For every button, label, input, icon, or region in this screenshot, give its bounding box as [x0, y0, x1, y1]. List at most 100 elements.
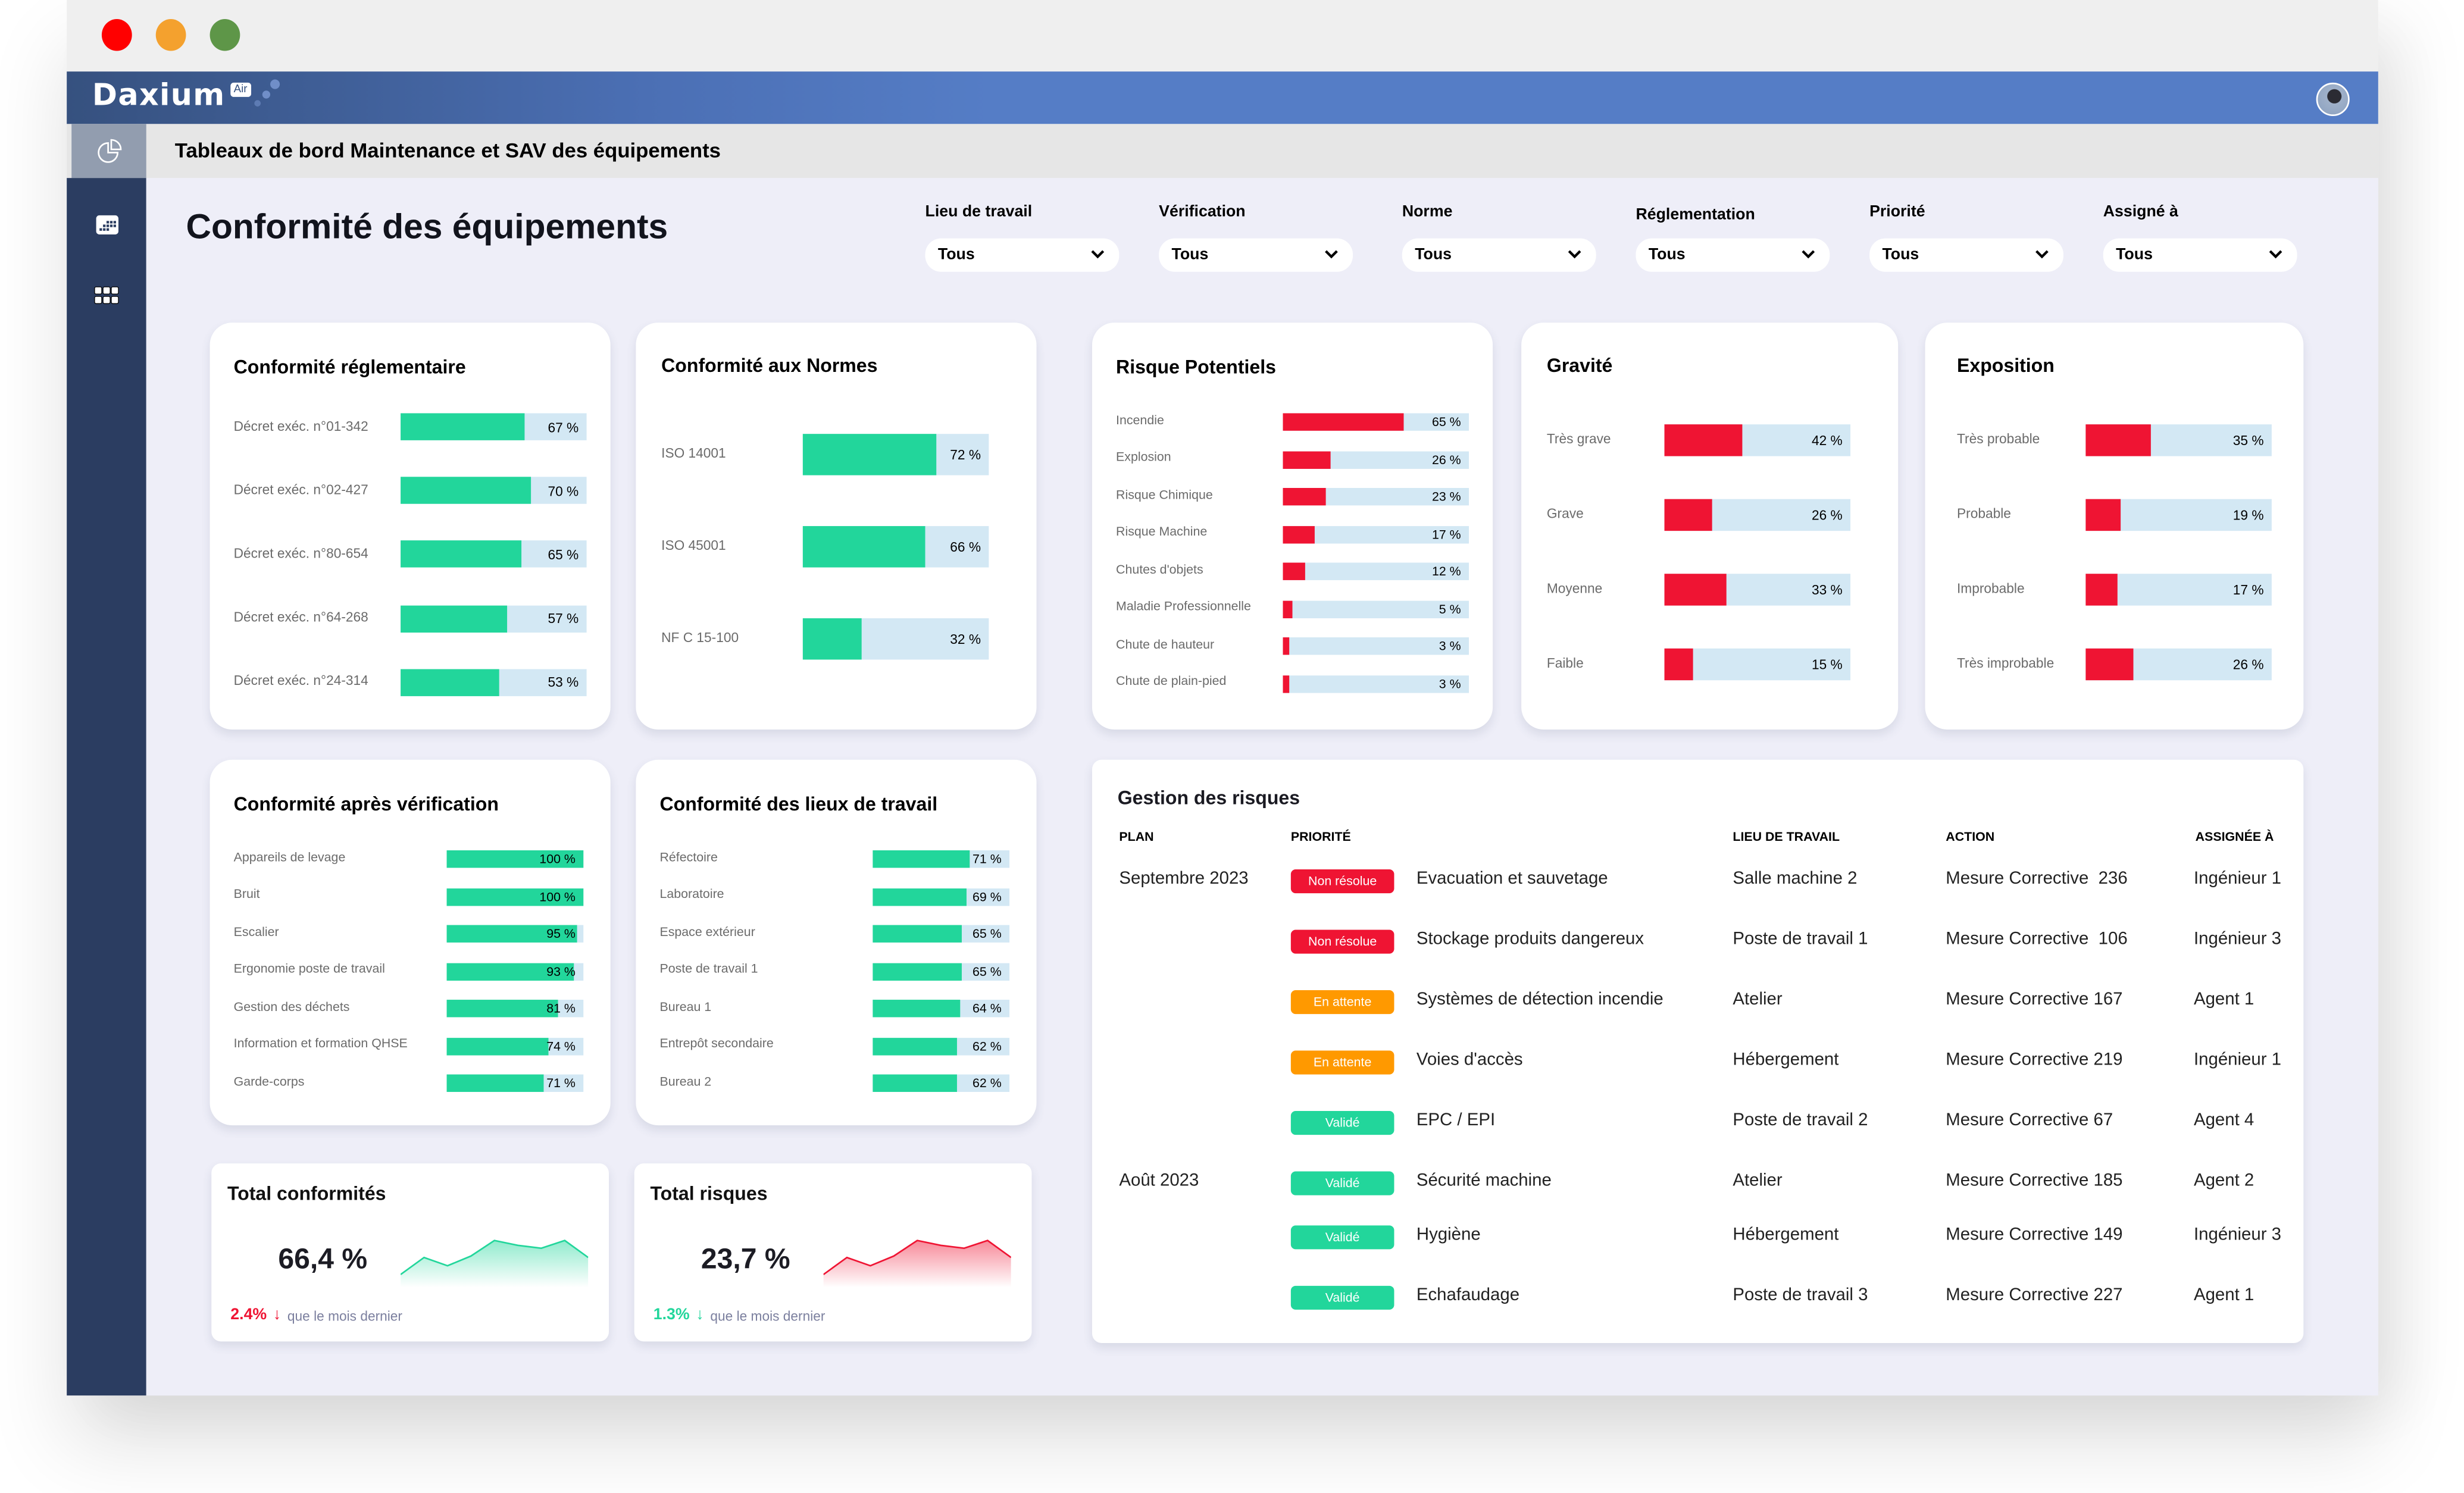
calendar-icon — [95, 214, 118, 234]
bar — [873, 925, 962, 943]
bar — [401, 668, 499, 696]
filter-dropdown[interactable]: Tous — [1402, 238, 1596, 272]
window-minimize-button[interactable] — [155, 19, 186, 51]
filter-label: Réglementation — [1636, 206, 1755, 224]
bar-track: 65 % — [1283, 413, 1469, 431]
bar-label: Grave — [1546, 505, 1584, 522]
bar — [1283, 674, 1289, 693]
bar-label: Espace extérieur — [659, 924, 755, 939]
total-conformites-sparkline — [401, 1240, 589, 1288]
action-cell[interactable]: Mesure Corrective 185 — [1946, 1172, 2122, 1191]
sidebar-item-calendar[interactable] — [94, 213, 120, 235]
filter-value: Tous — [2116, 246, 2153, 264]
bar — [401, 477, 531, 505]
bar — [802, 526, 926, 568]
bar — [446, 1000, 558, 1018]
chart-title: Conformité après vérification — [233, 793, 499, 816]
action-cell[interactable]: Mesure Corrective 236 — [1946, 869, 2127, 888]
filter-dropdown[interactable]: Tous — [2103, 238, 2297, 272]
bar — [802, 618, 862, 660]
card-conformite-reglementaire: Conformité réglementaire Décret exéc. n°0… — [209, 323, 611, 730]
bar — [2085, 574, 2118, 606]
assigned-cell: Agent 1 — [2193, 1285, 2255, 1305]
risk-item-cell: Sécurité machine — [1416, 1171, 1552, 1191]
column-header-action[interactable]: ACTION — [1946, 830, 1994, 844]
filter-4: Priorité Tous — [1869, 204, 2063, 272]
filter-dropdown[interactable]: Tous — [925, 238, 1120, 272]
bar-track: 5 % — [1283, 600, 1469, 618]
bar-label: Risque Chimique — [1116, 487, 1213, 502]
column-header-plan[interactable]: PLAN — [1119, 830, 1153, 844]
risk-item-cell: Systèmes de détection incendie — [1416, 990, 1663, 1010]
bar-label: Escalier — [233, 924, 279, 939]
sidebar-item-apps[interactable] — [94, 284, 120, 306]
column-header-assigned[interactable]: ASSIGNÉE À — [2196, 830, 2274, 844]
sparkline-area — [401, 1240, 589, 1288]
pie-chart-icon — [96, 139, 121, 163]
column-header-location[interactable]: LIEU DE TRAVAIL — [1733, 830, 1840, 844]
bar-label: Chutes d'objets — [1116, 562, 1203, 577]
action-cell[interactable]: Mesure Corrective 67 — [1946, 1111, 2113, 1130]
logo-dot-decoration — [262, 90, 271, 99]
bar-value-label: 62 % — [973, 1038, 1002, 1053]
bar-label: Probable — [1957, 505, 2011, 522]
bar-value-label: 72 % — [950, 446, 981, 463]
screenshot-stage: Daxium Air Tableaux de bord Maintenance … — [0, 0, 2464, 1493]
bar — [401, 605, 507, 632]
action-cell[interactable]: Mesure Corrective 149 — [1946, 1225, 2122, 1244]
bar-track: 35 % — [2085, 424, 2272, 456]
breadcrumb-title: Tableaux de bord Maintenance et SAV des … — [174, 138, 721, 162]
action-cell[interactable]: Mesure Corrective 167 — [1946, 990, 2122, 1009]
assigned-cell: Ingénieur 1 — [2193, 1050, 2282, 1070]
risk-item-cell: Stockage produits dangereux — [1416, 929, 1644, 949]
filter-dropdown[interactable]: Tous — [1159, 238, 1353, 272]
sidebar-item-dashboards[interactable] — [71, 124, 146, 179]
bar-label: Réfectoire — [659, 849, 718, 864]
filter-label: Priorité — [1869, 203, 1925, 221]
action-cell[interactable]: Mesure Corrective 106 — [1946, 930, 2127, 949]
card-conformite-lieux: Conformité des lieux de travail Réfectoir… — [636, 759, 1037, 1126]
bar — [401, 413, 526, 440]
window-close-button[interactable] — [101, 19, 132, 51]
status-badge: Validé — [1290, 1285, 1394, 1310]
bar-track: 69 % — [873, 887, 1010, 906]
bar-value-label: 26 % — [1431, 452, 1461, 467]
bar-value-label: 35 % — [2232, 432, 2264, 449]
bar-value-label: 64 % — [973, 1001, 1002, 1016]
filter-dropdown[interactable]: Tous — [1869, 238, 2063, 272]
action-cell[interactable]: Mesure Corrective 227 — [1946, 1286, 2122, 1305]
daxium-logo[interactable]: Daxium — [92, 78, 226, 113]
bar-label: Bruit — [233, 887, 260, 902]
filter-3: Réglementation Tous — [1636, 206, 1830, 272]
status-badge: Validé — [1290, 1111, 1394, 1135]
bar-value-label: 3 % — [1439, 676, 1461, 691]
bar-track: 19 % — [2085, 499, 2272, 531]
user-avatar[interactable] — [2316, 82, 2350, 116]
bar-track: 17 % — [2085, 574, 2272, 606]
delta-percent: 2.4% — [230, 1306, 267, 1324]
bar — [1283, 600, 1293, 618]
page-title: Conformité des équipements — [186, 206, 668, 247]
filter-dropdown[interactable]: Tous — [1636, 238, 1830, 272]
bar-track: 3 % — [1283, 674, 1469, 693]
bar-value-label: 74 % — [546, 1038, 576, 1053]
sparkline-area — [823, 1240, 1011, 1288]
bar-label: Entrepôt secondaire — [659, 1036, 774, 1051]
bar-label: Très probable — [1957, 430, 2040, 447]
bar-value-label: 32 % — [950, 631, 981, 647]
location-cell: Hébergement — [1733, 1225, 1839, 1245]
window-maximize-button[interactable] — [209, 19, 240, 51]
bar-label: Ergonomie poste de travail — [233, 961, 385, 976]
bar-value-label: 19 % — [2232, 507, 2264, 523]
app-window: Daxium Air Tableaux de bord Maintenance … — [67, 0, 2378, 1396]
bar-track: 67 % — [401, 413, 587, 440]
action-cell[interactable]: Mesure Corrective 219 — [1946, 1051, 2122, 1070]
breadcrumb-bar: Tableaux de bord Maintenance et SAV des … — [67, 124, 2378, 179]
bar-value-label: 93 % — [546, 963, 576, 979]
bar — [1283, 637, 1289, 655]
bar — [1283, 525, 1315, 543]
column-header-priority[interactable]: PRIORITÉ — [1291, 830, 1351, 844]
logo-dot-decoration — [254, 100, 261, 107]
risk-item-cell: Echafaudage — [1416, 1285, 1520, 1305]
bar-value-label: 67 % — [548, 418, 579, 435]
